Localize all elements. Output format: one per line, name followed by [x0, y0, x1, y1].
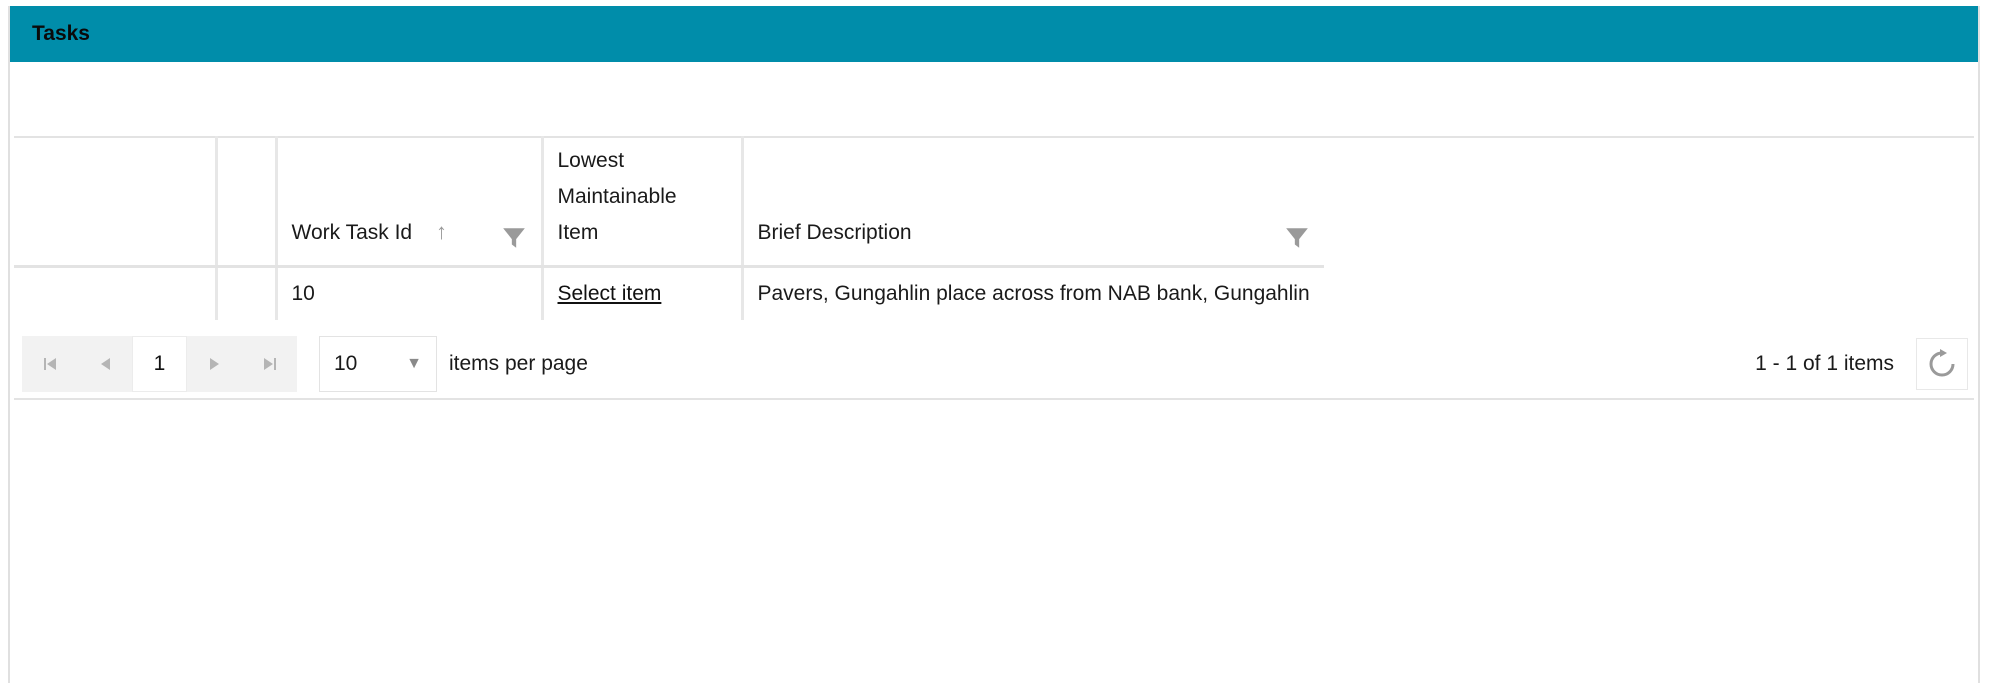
current-page[interactable]: 1: [132, 336, 187, 392]
page-size-select[interactable]: 10 ▼: [319, 336, 437, 392]
first-page-icon[interactable]: [22, 336, 77, 392]
column-header-work-task-id[interactable]: Work Task Id ↑: [274, 136, 542, 268]
column-header-brief-description[interactable]: Brief Description: [740, 136, 1324, 268]
sort-ascending-icon[interactable]: ↑: [436, 219, 447, 244]
last-page-icon[interactable]: [242, 336, 297, 392]
table-row[interactable]: 10 Select item Pavers, Gungahlin place a…: [14, 266, 1324, 320]
grid-toolbar: [14, 68, 1974, 138]
pager-buttons: 1: [22, 336, 297, 392]
prev-page-icon[interactable]: [77, 336, 132, 392]
pager-info: 1 - 1 of 1 items: [1755, 352, 1894, 375]
brief-description-cell: Pavers, Gungahlin place across from NAB …: [740, 266, 1324, 320]
page-size-value: 10: [334, 352, 358, 375]
column-header-lowest-maintainable-item[interactable]: Lowest Maintainable Item: [540, 136, 742, 268]
filter-icon[interactable]: [501, 225, 527, 251]
lowest-item-label[interactable]: Lowest Maintainable Item: [558, 143, 708, 251]
column-header-1: [214, 136, 276, 268]
next-page-icon[interactable]: [187, 336, 242, 392]
grid-table: Work Task Id ↑ Lowest Maintainable Item: [14, 136, 1324, 320]
select-item-link[interactable]: Select item: [558, 282, 662, 305]
pager: 1 10 ▼ items per page 1 - 1 of 1 items: [14, 330, 1974, 398]
row-cell-0: [14, 266, 216, 320]
work-task-id-cell: 10: [274, 266, 542, 320]
column-header-0: [14, 136, 216, 268]
items-per-page-label: items per page: [449, 352, 588, 375]
brief-description-label[interactable]: Brief Description: [758, 215, 912, 251]
filter-icon[interactable]: [1284, 225, 1310, 251]
lowest-item-cell: Select item: [540, 266, 742, 320]
refresh-button[interactable]: [1916, 338, 1968, 390]
tasks-panel: Tasks Work Task Id ↑ Lowest Maintainable…: [8, 6, 1980, 683]
row-cell-1: [214, 266, 276, 320]
tasks-grid: Work Task Id ↑ Lowest Maintainable Item: [14, 136, 1974, 400]
work-task-id-label[interactable]: Work Task Id: [292, 221, 413, 244]
header-row: Work Task Id ↑ Lowest Maintainable Item: [14, 136, 1324, 268]
dropdown-caret-icon[interactable]: ▼: [406, 355, 422, 373]
panel-title: Tasks: [10, 6, 1978, 62]
refresh-icon[interactable]: [1926, 348, 1958, 380]
